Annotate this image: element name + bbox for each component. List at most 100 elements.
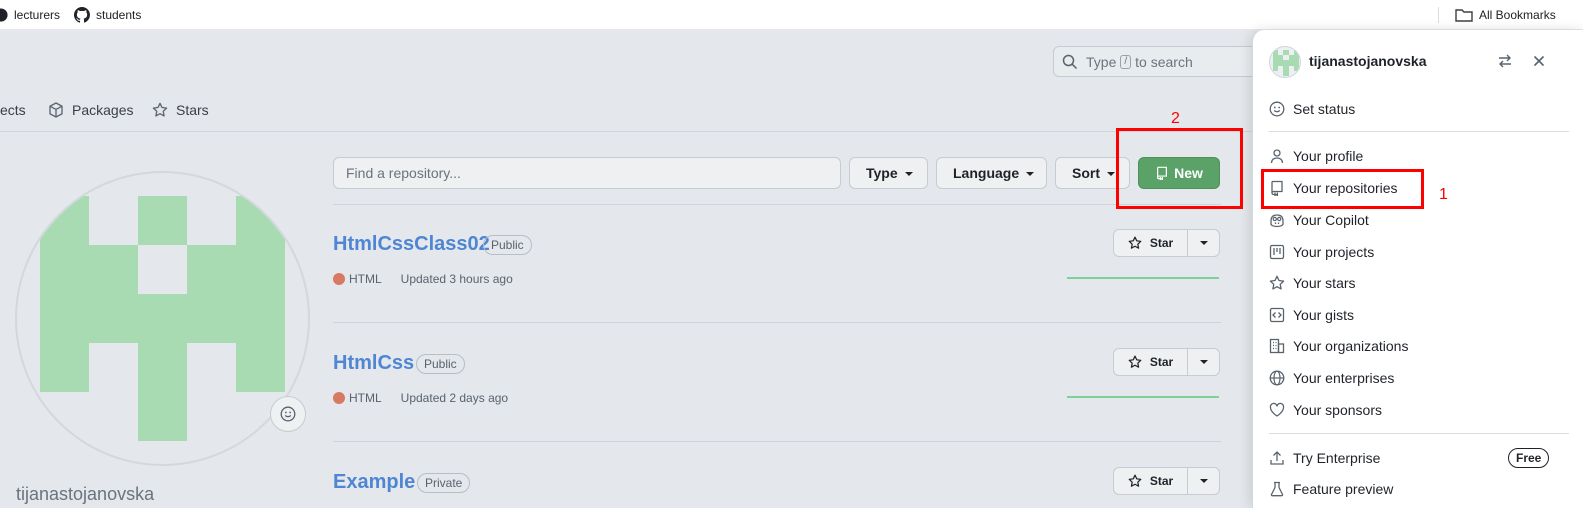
profile-avatar[interactable] [15,171,310,466]
star-icon [1128,355,1142,368]
annotation-number: 2 [1171,110,1180,127]
menu-item-label: Your profile [1293,148,1364,164]
menu-item-your-copilot[interactable]: Your Copilot [1269,206,1569,234]
star-list-dropdown[interactable] [1188,230,1219,256]
menu-username: tijanastojanovska [1309,53,1427,69]
all-bookmarks-label: All Bookmarks [1479,8,1556,22]
search-suffix: to search [1135,53,1193,70]
star-icon [1128,474,1142,487]
type-filter-label: Type [866,165,898,181]
list-divider [333,322,1221,323]
caret-down-icon [1107,172,1115,176]
menu-item-your-organizations[interactable]: Your organizations [1269,332,1569,360]
menu-item-your-projects[interactable]: Your projects [1269,238,1569,266]
tab-projects[interactable]: ects [0,100,26,120]
caret-down-icon [1199,241,1208,245]
star-button[interactable]: Star [1114,230,1188,256]
all-bookmarks-button[interactable]: All Bookmarks [1455,0,1556,30]
repo-link[interactable]: Example [333,471,415,494]
menu-item-label: Your stars [1293,275,1356,291]
caret-down-icon [1199,479,1208,483]
search-icon [1062,54,1078,69]
bookmark-label: lecturers [14,8,61,22]
repo-updated: Updated 2 days ago [400,391,509,405]
annotation-box-new [1116,128,1243,209]
bookmarks-bar: lecturers students All Bookmarks [0,0,1583,30]
tab-label: Packages [72,102,134,118]
repo-link[interactable]: HtmlCss [333,352,414,375]
menu-item-your-sponsors[interactable]: Your sponsors [1269,396,1569,424]
search-prefix: Type [1086,53,1117,70]
star-list-dropdown[interactable] [1188,349,1219,375]
copilot-icon [1270,214,1284,228]
star-icon [152,102,168,117]
visibility-badge: Private [417,473,471,493]
repo-updated: Updated 3 hours ago [400,272,513,286]
arrow-switch-icon [1499,54,1511,68]
heart-icon [1269,402,1285,417]
language-filter-dropdown[interactable]: Language [936,157,1047,189]
menu-item-label: Your Copilot [1293,212,1369,228]
repo-language: HTML [349,391,382,405]
menu-item-your-stars[interactable]: Your stars [1269,269,1569,297]
organization-icon [1269,338,1285,354]
star-list-dropdown[interactable] [1188,468,1219,494]
github-icon [74,7,90,23]
menu-item-set-status[interactable]: Set status [1269,95,1569,123]
slash-key: / [1120,54,1132,69]
profile-username: tijanastojanovska [16,484,155,504]
language-color-dot [333,273,345,285]
bookmark-label: students [96,8,142,22]
menu-divider [1269,433,1569,434]
tab-stars[interactable]: Stars [152,100,209,120]
caret-down-icon [1199,360,1208,364]
star-button-group: Star [1113,467,1220,495]
star-button[interactable]: Star [1114,349,1188,375]
menu-item-label: Try Enterprise [1293,450,1381,466]
package-icon [49,102,63,118]
star-button-group: Star [1113,229,1220,257]
menu-item-feature-preview[interactable]: Feature preview [1269,475,1569,503]
menu-item-your-profile[interactable]: Your profile [1269,142,1569,170]
list-divider [333,441,1221,442]
smiley-icon [1269,101,1285,117]
menu-item-your-gists[interactable]: Your gists [1269,301,1569,329]
close-icon [1533,55,1545,67]
annotation-box-your-repositories [1261,169,1424,209]
tab-label: ects [0,102,26,118]
globe-icon [1269,370,1285,386]
repo-meta: HTML Updated 2 days ago [333,391,508,405]
type-filter-dropdown[interactable]: Type [849,157,928,189]
menu-item-label: Your projects [1293,244,1375,260]
upload-icon [1270,451,1284,465]
menu-divider [1269,131,1569,132]
free-badge: Free [1508,448,1550,468]
tab-packages[interactable]: Packages [48,100,133,120]
github-icon [0,8,8,22]
bookmark-lecturers[interactable]: lecturers [0,0,60,30]
menu-item-label: Your organizations [1293,338,1409,354]
annotation-number: 1 [1439,186,1448,203]
bookmarks-divider [1438,7,1439,23]
find-repository-input[interactable] [333,157,841,189]
close-menu-button[interactable] [1531,53,1547,74]
repo-language: HTML [349,272,382,286]
caret-down-icon [1026,172,1035,176]
menu-item-label: Feature preview [1293,481,1394,497]
star-icon [1128,236,1142,249]
person-icon [1270,149,1284,164]
star-button[interactable]: Star [1114,468,1188,494]
switch-account-button[interactable] [1497,53,1513,74]
beaker-icon [1270,481,1284,497]
menu-item-label: Set status [1293,101,1356,117]
list-divider [333,204,1221,205]
tab-label: Stars [176,102,209,118]
set-status-button[interactable] [270,396,306,432]
menu-item-label: Your enterprises [1293,370,1395,386]
visibility-badge: Public [483,235,532,255]
repo-link[interactable]: HtmlCssClass02 [333,233,490,256]
caret-down-icon [904,172,913,176]
menu-item-your-enterprises[interactable]: Your enterprises [1269,364,1569,392]
bookmark-students[interactable]: students [74,0,141,30]
global-search[interactable]: Type / to search [1053,46,1283,77]
